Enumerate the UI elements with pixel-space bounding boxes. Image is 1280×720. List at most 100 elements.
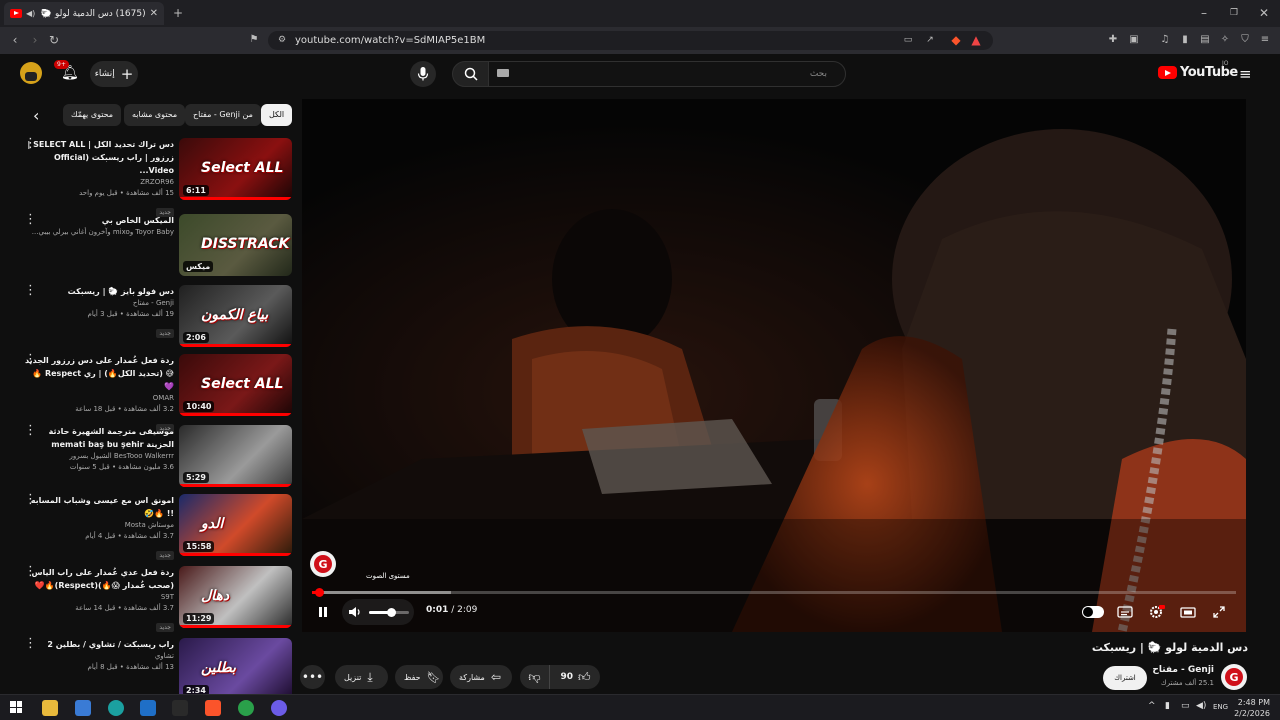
close-window-icon[interactable]: ✕: [1257, 6, 1271, 20]
channel-name[interactable]: ZRZOR96: [24, 177, 174, 188]
video-thumbnail[interactable]: Select ALL 10:40: [179, 354, 292, 416]
language-indicator[interactable]: ENG: [1213, 703, 1228, 711]
chip-related[interactable]: محتوى مشابه: [124, 104, 186, 126]
dislike-button[interactable]: 👎︎: [520, 665, 550, 689]
related-video-item[interactable]: DISSTRACK ميكس الميكس الخاص بي Toyor Bab…: [18, 213, 292, 280]
windows-start-icon[interactable]: [10, 701, 22, 713]
video-thumbnail[interactable]: الدو 15:58: [179, 494, 292, 556]
subscribe-button[interactable]: اشتراك: [1103, 666, 1147, 690]
more-options-icon[interactable]: ⋮: [24, 493, 37, 506]
keyboard-icon[interactable]: [497, 69, 509, 77]
related-video-item[interactable]: دهال 11:29 ردة فعل عدي عُمدار على راب ال…: [18, 565, 292, 632]
edge-icon[interactable]: [108, 700, 124, 716]
back-icon[interactable]: ‹: [8, 33, 22, 47]
more-options-icon[interactable]: ⋮: [24, 353, 37, 366]
tray-chevron-icon[interactable]: ^: [1148, 701, 1156, 711]
channel-name[interactable]: BesTooo Walkerrr الشبول بسرور: [24, 451, 174, 462]
forward-icon[interactable]: ›: [28, 33, 42, 47]
channel-name[interactable]: OMAR: [24, 393, 174, 404]
wallet-icon[interactable]: ▤: [1198, 33, 1212, 47]
fullscreen-button[interactable]: [1212, 605, 1226, 619]
settings-button[interactable]: [1149, 605, 1165, 619]
video-thumbnail[interactable]: DISSTRACK ميكس: [179, 214, 292, 276]
avatar[interactable]: [20, 62, 42, 84]
site-info-icon[interactable]: ⚙: [275, 33, 289, 47]
video-thumbnail[interactable]: 5:29: [179, 425, 292, 487]
autoplay-toggle[interactable]: [1082, 606, 1104, 618]
related-video-item[interactable]: 5:29 موسيقى مترجمة الشهيرة حادثة الحزينة…: [18, 424, 292, 491]
channel-name[interactable]: موستاش Mosta: [24, 520, 174, 531]
bookmark-icon[interactable]: ⚑: [247, 33, 261, 47]
extensions-icon[interactable]: ✚: [1106, 33, 1120, 47]
related-video-item[interactable]: الدو 15:58 امونق اس مع عيسى وشباب المساب…: [18, 493, 292, 560]
guide-menu-icon[interactable]: ≡: [1239, 65, 1252, 83]
voice-search-button[interactable]: [410, 61, 436, 87]
channel-name[interactable]: تشاوي: [24, 651, 174, 662]
mic-tray-icon[interactable]: ▮: [1165, 701, 1170, 711]
minimize-icon[interactable]: –: [1197, 6, 1211, 20]
channel-watermark[interactable]: G: [310, 551, 336, 577]
subtitles-button[interactable]: [1117, 605, 1133, 619]
media-icon[interactable]: ♫: [1158, 33, 1172, 47]
more-options-icon[interactable]: ⋮: [24, 213, 37, 226]
chip-from-channel[interactable]: من Genji - مفتاح: [185, 104, 261, 126]
search-input[interactable]: بحث: [488, 61, 846, 87]
channel-name[interactable]: Toyor Baby وmixo وآخرون أغاني بيرلي بيبي…: [24, 227, 174, 238]
save-button[interactable]: حفظ 🔖︎: [395, 665, 443, 689]
telegram-icon[interactable]: [238, 700, 254, 716]
video-player[interactable]: G مستوى الصوت 0:01 / 2:09: [302, 99, 1246, 632]
progress-bar[interactable]: [312, 588, 1236, 597]
video-thumbnail[interactable]: بطلين 2:34: [179, 638, 292, 700]
more-options-icon[interactable]: ⋮: [24, 637, 37, 650]
channel-name[interactable]: S9T: [24, 592, 174, 603]
search-button[interactable]: [452, 61, 489, 87]
video-title[interactable]: امونق اس مع عيسى وشباب المسابه !! 🔥🤣: [24, 494, 174, 520]
mute-button[interactable]: [348, 605, 362, 619]
share-button[interactable]: مشاركة ⇦: [450, 665, 512, 689]
video-thumbnail[interactable]: Select ALL 6:11: [179, 138, 292, 200]
channel-avatar[interactable]: G: [1221, 664, 1247, 690]
video-title[interactable]: الميكس الخاص بي: [24, 214, 174, 227]
cast-icon[interactable]: ▭: [901, 33, 915, 47]
url-field[interactable]: youtube.com/watch?v=SdMIAP5e1BM: [268, 31, 993, 50]
pause-button[interactable]: [316, 605, 330, 619]
volume-knob[interactable]: [387, 608, 396, 617]
create-button[interactable]: + إنشاء: [90, 61, 138, 87]
video-thumbnail[interactable]: دهال 11:29: [179, 566, 292, 628]
clock[interactable]: 2:48 PM 2/2/2026: [1234, 697, 1270, 719]
taskbar-app-icon[interactable]: [172, 700, 188, 716]
like-button[interactable]: 90 👍︎: [551, 665, 600, 689]
discord-icon[interactable]: [271, 700, 287, 716]
video-title[interactable]: موسيقى مترجمة الشهيرة حادثة الحزينة mema…: [24, 425, 174, 451]
related-video-item[interactable]: Select ALL 6:11 دس تراك تحديد الكل | SEL…: [18, 137, 292, 217]
store-icon[interactable]: [75, 700, 91, 716]
video-title[interactable]: ردة فعل عدي عُمدار على راب الياس (صحب عُ…: [24, 566, 174, 592]
video-title[interactable]: دس تراك تحديد الكل | SELECT ALL | زرزور …: [24, 138, 174, 177]
screenshot-icon[interactable]: ▣: [1127, 33, 1141, 47]
browser-tab[interactable]: ◀) (1675) دس الدمية لولو 🐑 | رن ✕: [4, 2, 164, 25]
more-actions-button[interactable]: •••: [300, 665, 325, 689]
channel-name[interactable]: Genji - مفتاح: [24, 298, 174, 309]
new-tab-icon[interactable]: +: [171, 6, 185, 20]
menu-icon[interactable]: ≡: [1258, 33, 1272, 47]
outlook-icon[interactable]: [140, 700, 156, 716]
more-options-icon[interactable]: ⋮: [24, 424, 37, 437]
network-icon[interactable]: ▭: [1181, 701, 1190, 711]
more-options-icon[interactable]: ⋮: [24, 565, 37, 578]
sidebar-icon[interactable]: ▮: [1178, 33, 1192, 47]
youtube-logo[interactable]: YouTube: [1158, 65, 1238, 80]
close-tab-icon[interactable]: ✕: [150, 8, 158, 19]
chevron-left-icon[interactable]: ‹: [33, 106, 39, 125]
brave-shield-icon[interactable]: ◆: [949, 33, 963, 47]
file-explorer-icon[interactable]: [42, 700, 58, 716]
speaker-tray-icon[interactable]: ◀): [1196, 701, 1206, 711]
video-title[interactable]: دس فولو بايز 🐑 | ريسبكت: [24, 285, 174, 298]
video-title[interactable]: ردة فعل عُمدار على دس زرزور الجديد 😅 (تح…: [24, 354, 174, 393]
related-video-item[interactable]: Select ALL 10:40 ردة فعل عُمدار على دس ز…: [18, 353, 292, 433]
share-page-icon[interactable]: ↗: [923, 33, 937, 47]
leo-ai-icon[interactable]: ✧: [1218, 33, 1232, 47]
more-options-icon[interactable]: ⋮: [24, 284, 37, 297]
theater-mode-button[interactable]: [1180, 605, 1196, 619]
video-title[interactable]: راب ريسبكت / تشاوي / بطلين 2: [24, 638, 174, 651]
chip-for-you[interactable]: محتوى يهمّك: [63, 104, 122, 126]
